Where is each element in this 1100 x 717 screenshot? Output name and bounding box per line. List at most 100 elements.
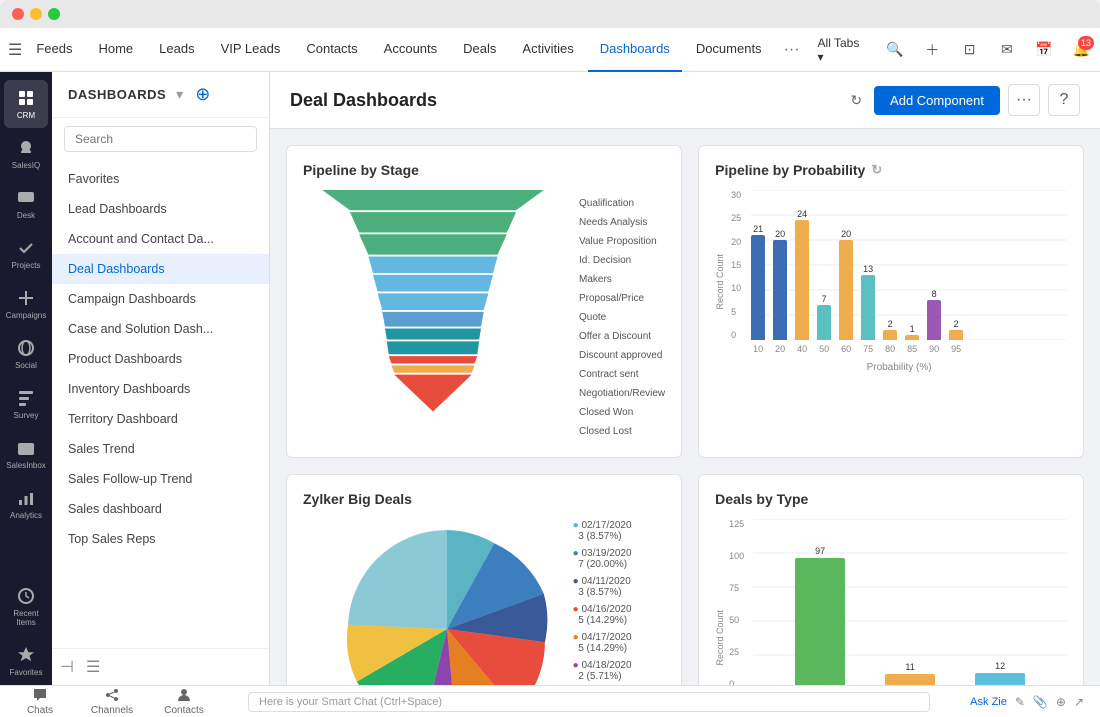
refresh-icon[interactable]: ↻	[850, 92, 862, 109]
sidebar-icon-analytics[interactable]: Analytics	[4, 480, 48, 528]
screen-record-button[interactable]: ⊡	[955, 34, 984, 66]
sidebar-nav-top-sales-reps[interactable]: Top Sales Reps	[52, 524, 269, 554]
sidebar-nav-lead-dashboards[interactable]: Lead Dashboards	[52, 194, 269, 224]
funnel-label-offer-discount: Offer a Discount	[579, 327, 665, 346]
notification-badge: 13	[1078, 36, 1094, 50]
funnel-label-negotiation: Negotiation/Review	[579, 384, 665, 403]
bottom-icon-1[interactable]: ✎	[1015, 695, 1025, 709]
sidebar-nav-product[interactable]: Product Dashboards	[52, 344, 269, 374]
all-tabs-dropdown[interactable]: All Tabs ▾	[810, 36, 873, 64]
nav-home[interactable]: Home	[86, 28, 145, 72]
bar-group-95: 2	[949, 319, 963, 340]
hamburger-menu[interactable]: ☰	[8, 34, 22, 66]
sidebar-nav-inventory[interactable]: Inventory Dashboards	[52, 374, 269, 404]
maximize-button[interactable]	[48, 8, 60, 20]
calendar-button[interactable]: 📅	[1029, 34, 1058, 66]
bar-val-95: 2	[954, 319, 959, 329]
nav-documents[interactable]: Documents	[684, 28, 774, 72]
probability-refresh-icon[interactable]: ↻	[871, 162, 882, 178]
sidebar-dropdown-icon[interactable]: ▾	[176, 86, 183, 103]
sidebar-icon-salesinbox[interactable]: SalesInbox	[4, 430, 48, 478]
bar-80-orange	[883, 330, 897, 340]
more-options-button[interactable]: ···	[1008, 84, 1040, 116]
bottom-icon-3[interactable]: ⊕	[1056, 695, 1066, 709]
sidebar-nav-sales-followup[interactable]: Sales Follow-up Trend	[52, 464, 269, 494]
pipeline-by-probability-card: Pipeline by Probability ↻ Record Count 3…	[698, 145, 1084, 458]
nav-leads[interactable]: Leads	[147, 28, 206, 72]
minimize-button[interactable]	[30, 8, 42, 20]
nav-feeds[interactable]: Feeds	[24, 28, 84, 72]
bar-qualified: 97	[795, 546, 845, 685]
sidebar-nav-sales-dashboard[interactable]: Sales dashboard	[52, 494, 269, 524]
sidebar-footer: ⊣ ☰	[52, 648, 269, 685]
bar-val-10-blue: 21	[753, 224, 763, 234]
bar-60-orange	[839, 240, 853, 340]
funnel-label-closed-won: Closed Won	[579, 403, 665, 422]
mail-button[interactable]: ✉	[992, 34, 1021, 66]
deals-by-type-title: Deals by Type	[715, 491, 1067, 507]
sidebar-nav-case-solution[interactable]: Case and Solution Dash...	[52, 314, 269, 344]
bar-group-40: 24	[795, 209, 809, 340]
sidebar-icon-survey[interactable]: Survey	[4, 380, 48, 428]
nav-activities[interactable]: Activities	[510, 28, 585, 72]
ask-zie-label[interactable]: Ask Zie	[970, 696, 1007, 708]
bottom-tab-channels[interactable]: Channels	[88, 687, 136, 716]
bar-85-orange	[905, 335, 919, 340]
search-button[interactable]: 🔍	[880, 34, 909, 66]
bottom-right-actions: Ask Zie ✎ 📎 ⊕ ↗	[970, 695, 1084, 709]
notifications-button[interactable]: 🔔 13	[1067, 34, 1096, 66]
smart-chat-input[interactable]: Here is your Smart Chat (Ctrl+Space)	[248, 692, 930, 712]
bar-90-purple	[927, 300, 941, 340]
funnel-label-qualification: Qualification	[579, 194, 665, 213]
sidebar-icon-desk[interactable]: Desk	[4, 180, 48, 228]
bar-val-20: 20	[775, 229, 785, 239]
sidebar-icon-recent[interactable]: Recent Items	[4, 578, 48, 635]
bar-group-20: 20	[773, 229, 787, 340]
sidebar-nav-territory[interactable]: Territory Dashboard	[52, 404, 269, 434]
add-button[interactable]: ＋	[918, 34, 947, 66]
sidebar-nav-sales-trend[interactable]: Sales Trend	[52, 434, 269, 464]
sidebar-nav-favorites[interactable]: Favorites	[52, 164, 269, 194]
bar-existing-business: 11	[885, 662, 935, 685]
sidebar-header: DASHBOARDS ▾ ⊕	[52, 72, 269, 118]
sidebar-icon-projects[interactable]: Projects	[4, 230, 48, 278]
bar-new-business: 12	[975, 661, 1025, 685]
sidebar-nav-deal-dashboards[interactable]: Deal Dashboards	[52, 254, 269, 284]
bar-75-teal	[861, 275, 875, 340]
nav-more-button[interactable]: ···	[776, 41, 808, 59]
pie-legend-item-5: ● 04/17/2020 5 (14.29%)	[573, 632, 632, 654]
sidebar-icon-salesiq[interactable]: SalesIQ	[4, 130, 48, 178]
nav-contacts[interactable]: Contacts	[294, 28, 369, 72]
bottom-tab-contacts[interactable]: Contacts	[160, 687, 208, 716]
search-input[interactable]	[64, 126, 257, 152]
sidebar-nav-account-contact[interactable]: Account and Contact Da...	[52, 224, 269, 254]
pipeline-by-stage-title: Pipeline by Stage	[303, 162, 665, 178]
sidebar-icon-favorites[interactable]: Favorites	[4, 637, 48, 685]
funnel-label-closed-lost: Closed Lost	[579, 422, 665, 441]
deals-type-y-axis: 1251007550250	[729, 519, 744, 685]
bottom-icon-4[interactable]: ↗	[1074, 695, 1084, 709]
close-button[interactable]	[12, 8, 24, 20]
nav-deals[interactable]: Deals	[451, 28, 508, 72]
bottom-tab-chats[interactable]: Chats	[16, 687, 64, 716]
sidebar-title: DASHBOARDS	[68, 87, 166, 102]
sidebar-icon-social[interactable]: Social	[4, 330, 48, 378]
funnel-label-needs-analysis: Needs Analysis	[579, 213, 665, 232]
probability-chart-area: 302520151050	[751, 190, 1067, 360]
help-button[interactable]: ?	[1048, 84, 1080, 116]
bottom-icon-2[interactable]: 📎	[1033, 695, 1048, 709]
sidebar-list-icon[interactable]: ☰	[86, 657, 100, 677]
deals-type-bars: 97 11 12	[753, 519, 1067, 685]
pie-legend-item-6: ● 04/18/2020 2 (5.71%)	[573, 660, 632, 682]
sidebar-add-icon[interactable]: ⊕	[195, 84, 210, 105]
main-layout: CRM SalesIQ Desk Projects Campaigns Soci…	[0, 72, 1100, 685]
add-component-button[interactable]: Add Component	[874, 86, 1000, 115]
sidebar-nav-campaign[interactable]: Campaign Dashboards	[52, 284, 269, 314]
nav-vip-leads[interactable]: VIP Leads	[209, 28, 293, 72]
sidebar-icon-campaigns[interactable]: Campaigns	[4, 280, 48, 328]
sidebar-collapse-icon[interactable]: ⊣	[60, 657, 74, 677]
nav-accounts[interactable]: Accounts	[372, 28, 449, 72]
sidebar-icon-crm[interactable]: CRM	[4, 80, 48, 128]
bar-val-80: 2	[888, 319, 893, 329]
nav-dashboards[interactable]: Dashboards	[588, 28, 682, 72]
